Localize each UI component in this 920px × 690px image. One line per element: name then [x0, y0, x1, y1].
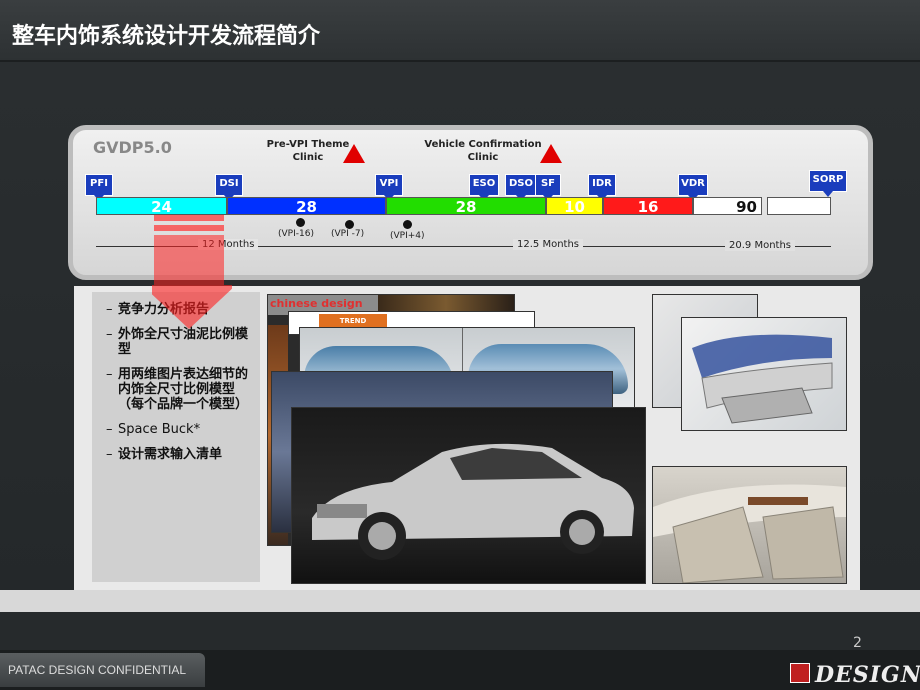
confidential-label: PATAC DESIGN CONFIDENTIAL: [8, 663, 187, 677]
gate-dso: DSO: [505, 174, 537, 201]
slide-title: 整车内饰系统设计开发流程简介: [12, 24, 321, 49]
interior-render-drawing: [653, 484, 846, 583]
brand-mark-icon: [790, 663, 810, 683]
gate-eso: ESO: [469, 174, 499, 201]
pre-vpi-triangle-icon: [343, 144, 365, 163]
vpi-16-dot-icon: [296, 218, 305, 227]
bullet-item: 设计需求输入清单: [106, 447, 260, 462]
interior-sketch-drawing: [692, 334, 833, 424]
gate-vpi: VPI: [375, 174, 403, 201]
down-arrow-icon: [152, 215, 232, 329]
duration-label-3: 20.9 Months: [725, 240, 795, 251]
silver-car-photo: [291, 407, 646, 584]
gray-band: [0, 590, 920, 612]
gate-vdr: VDR: [678, 174, 708, 201]
bullet-item: 用两维图片表达细节的内饰全尺寸比例模型（每个品牌一个模型）: [106, 367, 260, 412]
callout-vehicle-confirmation-label: Vehicle Confirmation Clinic: [424, 139, 542, 163]
trend-label: TREND: [319, 314, 387, 328]
vpi-7-label: (VPI -7): [331, 229, 365, 239]
bullet-item: Space Buck*: [106, 422, 260, 437]
vpi-plus-4-label: (VPI+4): [390, 231, 425, 241]
segment-vpi-sf: 28: [386, 197, 546, 216]
vpi-7-dot-icon: [345, 220, 354, 229]
bullet-item: 外饰全尺寸油泥比例模型: [106, 327, 260, 357]
segment-idr-vdr: 16: [603, 197, 693, 216]
gate-pfi: PFI: [85, 174, 113, 201]
page-number: 2: [853, 635, 862, 651]
segment-dsi-vpi: 28: [227, 197, 386, 216]
footer-tab: PATAC DESIGN CONFIDENTIAL: [0, 653, 205, 687]
gate-idr: IDR: [588, 174, 616, 201]
design-logo: DESIGN: [815, 662, 920, 688]
interior-sketch-2: [681, 317, 847, 431]
vpi-plus-4-dot-icon: [403, 220, 412, 229]
vpi-16-label: (VPI-16): [278, 229, 314, 239]
bullet-list-panel: 竞争力分析报告 外饰全尺寸油泥比例模型 用两维图片表达细节的内饰全尺寸比例模型（…: [92, 292, 260, 582]
title-bar: 整车内饰系统设计开发流程简介: [0, 0, 920, 62]
silver-car-shape: [312, 443, 634, 560]
interior-render: [652, 466, 847, 584]
vehicle-confirmation-triangle-icon: [540, 144, 562, 163]
timeline-name: GVDP5.0: [93, 138, 172, 157]
gate-sorp: SORP: [809, 170, 847, 197]
magazine-title: chinese design: [270, 297, 363, 310]
callout-vehicle-confirmation: Vehicle Confirmation Clinic: [418, 138, 548, 164]
gate-sf: SF: [535, 174, 561, 201]
segment-vdr-sorp: 90: [693, 197, 762, 216]
duration-label-2: 12.5 Months: [513, 239, 583, 250]
gate-dsi: DSI: [215, 174, 243, 201]
segment-sorp-tail: [767, 197, 831, 215]
segment-sf-idr: 10: [546, 197, 603, 216]
